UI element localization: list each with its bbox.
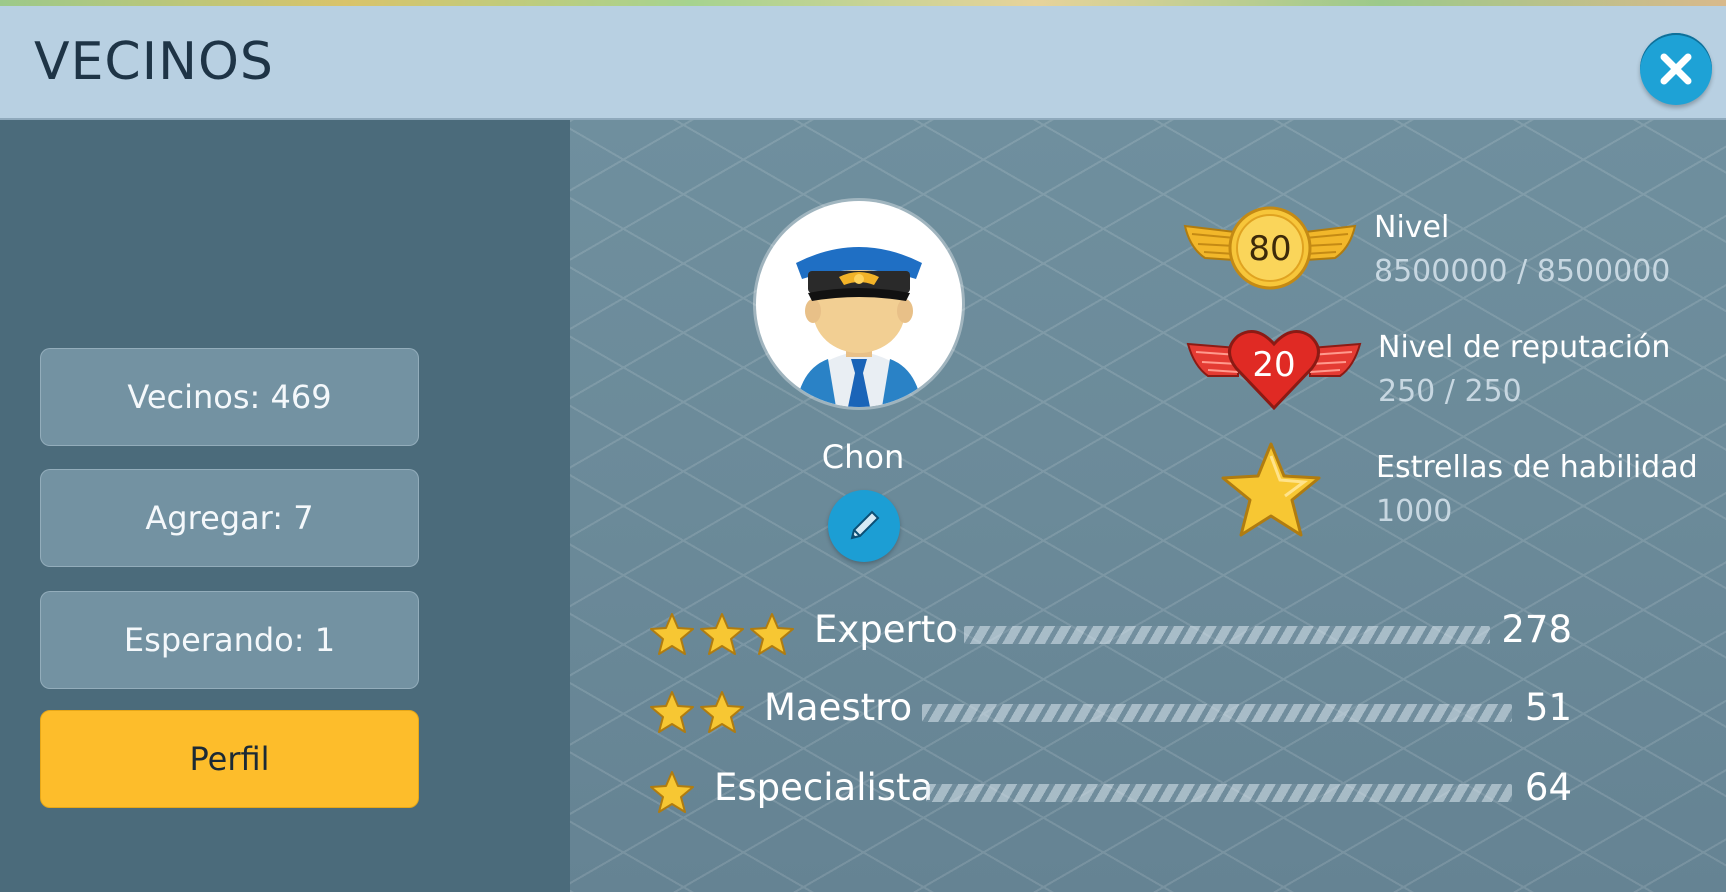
avatar [756,201,962,407]
skill-stars-label: Estrellas de habilidad [1376,450,1698,485]
rank-bar-experto [964,626,1490,644]
reputation-badge-number: 20 [1252,345,1295,385]
level-label: Nivel [1374,210,1450,245]
level-value: 8500000 / 8500000 [1374,254,1671,289]
rank-bar-maestro [922,704,1512,722]
rank-label-especialista: Especialista [714,766,934,809]
level-badge-number: 80 [1248,229,1291,269]
reputation-value: 250 / 250 [1378,374,1522,409]
winged-heart-reputation-icon: 20 [1186,330,1362,411]
pilot-avatar-icon [796,247,922,407]
two-star-icon [650,690,746,738]
rank-row-experto: Experto 278 [0,602,1726,662]
window-header: VECINOS [0,6,1726,120]
window-title: VECINOS [34,32,274,92]
skill-stars-value: 1000 [1376,494,1453,529]
three-star-icon [650,612,794,660]
reputation-badge: 20 [1186,322,1362,416]
rank-count-experto: 278 [1501,608,1572,651]
rank-label-experto: Experto [814,608,958,651]
edit-name-button[interactable] [828,490,900,562]
level-badge: 80 [1180,204,1360,298]
reputation-label: Nivel de reputación [1378,330,1671,365]
one-star-icon [650,770,696,818]
gold-star-icon [1221,442,1321,537]
close-button[interactable] [1640,33,1712,105]
skill-stars-badge [1218,440,1324,544]
winged-level-badge-icon: 80 [1183,206,1357,290]
tab-vecinos[interactable]: Vecinos: 469 [40,348,419,446]
tab-agregar[interactable]: Agregar: 7 [40,469,419,567]
rank-count-maestro: 51 [1524,686,1572,729]
close-icon [1660,53,1692,85]
player-name: Chon [821,438,905,476]
rank-row-maestro: Maestro 51 [0,680,1726,740]
rank-row-especialista: Especialista 64 [0,760,1726,820]
rank-label-maestro: Maestro [764,686,913,729]
rank-bar-especialista [926,784,1512,802]
rank-count-especialista: 64 [1524,766,1572,809]
pencil-icon [850,510,880,540]
